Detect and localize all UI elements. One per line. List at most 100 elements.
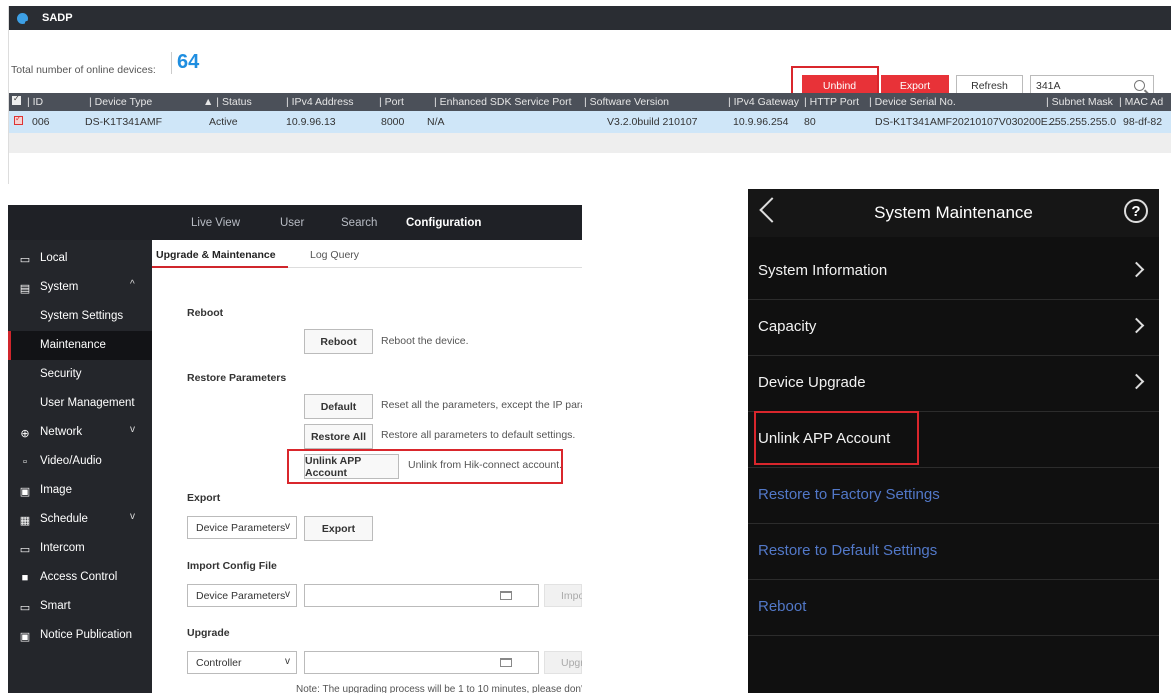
help-icon[interactable]: ? xyxy=(1124,199,1148,223)
notice-icon: ▣ xyxy=(19,631,31,643)
chevron-down-icon: v xyxy=(285,589,290,600)
sidebar-item-image[interactable]: ▣ Image xyxy=(8,476,152,505)
sidebar-item-access-control[interactable]: ■ Access Control xyxy=(8,563,152,592)
search-icon[interactable] xyxy=(1134,80,1145,91)
default-button[interactable]: Default xyxy=(304,394,373,419)
nav-user[interactable]: User xyxy=(280,217,304,229)
chevron-down-icon: v xyxy=(285,521,290,532)
unlink-device-highlight-box xyxy=(754,411,919,465)
cell-software-version: V3.2.0build 210107 xyxy=(607,116,698,128)
total-devices-count: 64 xyxy=(177,51,200,73)
system-window-icon: ▤ xyxy=(19,283,31,295)
intercom-icon: ▭ xyxy=(19,544,31,556)
col-mac[interactable]: | MAC Ad xyxy=(1119,96,1163,108)
sidebar-item-maintenance[interactable]: Maintenance xyxy=(8,331,152,360)
col-software-version[interactable]: | Software Version xyxy=(584,96,669,108)
row-checkbox[interactable] xyxy=(14,114,23,125)
search-value: 341A xyxy=(1036,80,1061,92)
chevron-right-icon xyxy=(1128,261,1145,278)
col-status[interactable]: ▲ | Status xyxy=(203,96,252,108)
active-tab-underline xyxy=(152,266,288,268)
tab-log-query[interactable]: Log Query xyxy=(310,249,359,261)
sidebar-item-user-management[interactable]: User Management xyxy=(8,389,152,418)
sidebar-item-local[interactable]: ▭ Local xyxy=(8,244,152,273)
web-config-window: Live View User Search Configuration ▭ Lo… xyxy=(8,205,582,693)
menu-device-upgrade[interactable]: Device Upgrade xyxy=(748,356,1159,412)
folder-icon[interactable] xyxy=(500,658,512,667)
menu-system-information[interactable]: System Information xyxy=(748,244,1159,300)
globe-icon: ⊕ xyxy=(20,428,30,440)
nav-search[interactable]: Search xyxy=(341,217,377,229)
sidebar-item-video-audio[interactable]: ▫ Video/Audio xyxy=(8,447,152,476)
empty-table-row xyxy=(9,133,1171,153)
col-enhanced-sdk-port[interactable]: | Enhanced SDK Service Port xyxy=(434,96,572,108)
export-section-title: Export xyxy=(187,492,221,504)
chevron-down-icon: v xyxy=(130,511,135,522)
menu-restore-default[interactable]: Restore to Default Settings xyxy=(748,524,1159,580)
menu-capacity[interactable]: Capacity xyxy=(748,300,1159,356)
cell-gateway: 10.9.96.254 xyxy=(733,116,789,128)
smart-icon: ▭ xyxy=(19,602,31,614)
monitor-icon: ▭ xyxy=(19,254,31,266)
col-ipv4-address[interactable]: | IPv4 Address xyxy=(286,96,354,108)
nav-configuration[interactable]: Configuration xyxy=(406,217,481,229)
sidebar-item-intercom[interactable]: ▭ Intercom xyxy=(8,534,152,563)
sidebar-item-smart[interactable]: ▭ Smart xyxy=(8,592,152,621)
sidebar-item-network[interactable]: ⊕ Network v xyxy=(8,418,152,447)
upgrade-button[interactable]: Upgra xyxy=(544,651,582,674)
sidebar-item-security[interactable]: Security xyxy=(8,360,152,389)
image-icon: ▣ xyxy=(19,486,31,498)
device-screen: System Maintenance ? System Information … xyxy=(748,189,1159,693)
tab-upgrade-maintenance[interactable]: Upgrade & Maintenance xyxy=(156,249,276,261)
sidebar-item-schedule[interactable]: ▦ Schedule v xyxy=(8,505,152,534)
table-row[interactable]: 006 DS-K1T341AMF Active 10.9.96.13 8000 … xyxy=(9,111,1171,133)
menu-reboot[interactable]: Reboot xyxy=(748,580,1159,636)
import-type-select[interactable]: Device Parameters v xyxy=(187,584,297,607)
sadp-logo-icon xyxy=(17,12,29,25)
sidebar-item-system-settings[interactable]: System Settings xyxy=(8,302,152,331)
import-file-input[interactable] xyxy=(304,584,539,607)
cell-id: 006 xyxy=(32,116,50,128)
export-type-select[interactable]: Device Parameters v xyxy=(187,516,297,539)
chevron-up-icon: ^ xyxy=(130,279,135,290)
restore-all-desc: Restore all parameters to default settin… xyxy=(381,429,576,441)
upgrade-note: Note: The upgrading process will be 1 to… xyxy=(296,684,582,693)
top-nav: Live View User Search Configuration xyxy=(8,205,582,240)
col-id[interactable]: | ID xyxy=(27,96,43,108)
col-port[interactable]: | Port xyxy=(379,96,404,108)
sidebar-item-system[interactable]: ▤ System ^ xyxy=(8,273,152,302)
unlink-app-account-button[interactable]: Unlink APP Account xyxy=(304,454,399,479)
sidebar-item-notice-publication[interactable]: ▣ Notice Publication xyxy=(8,621,152,650)
upgrade-target-select[interactable]: Controller v xyxy=(187,651,297,674)
restore-section-title: Restore Parameters xyxy=(187,372,287,384)
reboot-desc: Reboot the device. xyxy=(381,335,469,347)
select-all-checkbox[interactable] xyxy=(12,94,21,105)
cell-status: Active xyxy=(209,116,238,128)
cell-serial-no: DS-K1T341AMF20210107V030200E... xyxy=(875,116,1057,128)
restore-all-button[interactable]: Restore All xyxy=(304,424,373,449)
col-subnet-mask[interactable]: | Subnet Mask xyxy=(1046,96,1113,108)
upgrade-file-input[interactable] xyxy=(304,651,539,674)
chevron-down-icon: v xyxy=(130,424,135,435)
cell-port: 8000 xyxy=(381,116,405,128)
lock-icon: ■ xyxy=(21,572,29,584)
col-ipv4-gateway[interactable]: | IPv4 Gateway xyxy=(728,96,799,108)
upgrade-section-title: Upgrade xyxy=(187,627,230,639)
cell-http-port: 80 xyxy=(804,116,816,128)
folder-icon[interactable] xyxy=(500,591,512,600)
cell-device-type: DS-K1T341AMF xyxy=(85,116,163,128)
nav-live-view[interactable]: Live View xyxy=(191,217,240,229)
import-button[interactable]: Impo xyxy=(544,584,582,607)
col-http-port[interactable]: | HTTP Port xyxy=(804,96,859,108)
col-device-type[interactable]: | Device Type xyxy=(89,96,152,108)
device-header: System Maintenance ? xyxy=(748,189,1159,237)
total-devices-label: Total number of online devices: xyxy=(11,64,156,76)
calendar-icon: ▦ xyxy=(19,515,31,527)
col-serial-no[interactable]: | Device Serial No. xyxy=(869,96,956,108)
reboot-button[interactable]: Reboot xyxy=(304,329,373,354)
export-button[interactable]: Export xyxy=(304,516,373,541)
menu-restore-factory[interactable]: Restore to Factory Settings xyxy=(748,468,1159,524)
chevron-right-icon xyxy=(1128,373,1145,390)
device-table-header: | ID | Device Type ▲ | Status | IPv4 Add… xyxy=(9,93,1171,111)
video-icon: ▫ xyxy=(23,456,27,468)
